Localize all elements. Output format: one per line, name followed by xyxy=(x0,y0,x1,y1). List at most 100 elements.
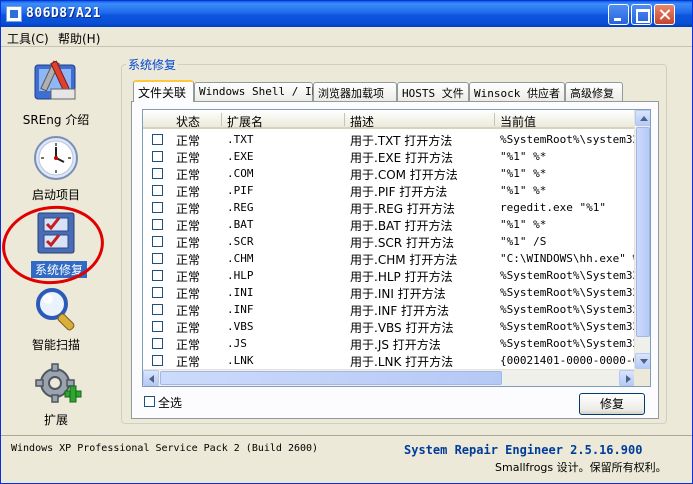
tab-hosts-file[interactable]: HOSTS 文件 xyxy=(397,82,469,101)
scroll-thumb[interactable] xyxy=(160,371,502,385)
tab-advanced-repair[interactable]: 高级修复 xyxy=(565,82,623,101)
cell-current-value: "C:\WINDOWS\hh.exe" %1 xyxy=(500,252,636,265)
scroll-down-button[interactable] xyxy=(635,353,650,369)
cell-current-value: %SystemRoot%\System32\W xyxy=(500,337,636,350)
row-checkbox[interactable] xyxy=(152,355,163,366)
cell-description: 用于.COM 打开方法 xyxy=(350,168,458,182)
table-row[interactable]: 正常 .COM 用于.COM 打开方法 "%1" %* xyxy=(143,165,636,182)
list-rows: 正常 .TXT 用于.TXT 打开方法 %SystemRoot%\system32\N… xyxy=(143,131,636,370)
cell-current-value: %SystemRoot%\System32\w xyxy=(500,269,636,282)
cell-status: 正常 xyxy=(176,321,201,335)
row-checkbox[interactable] xyxy=(152,185,163,196)
nav-label: 扩展 xyxy=(43,413,68,427)
row-checkbox[interactable] xyxy=(152,168,163,179)
table-row[interactable]: 正常 .JS 用于.JS 打开方法 %SystemRoot%\System32\W xyxy=(143,335,636,352)
close-button[interactable] xyxy=(654,4,675,25)
table-row[interactable]: 正常 .LNK 用于.LNK 打开方法 {00021401-0000-0000-C00… xyxy=(143,352,636,369)
cell-current-value: "%1" %* xyxy=(500,150,547,163)
nav-sreng-intro[interactable]: SREng 介绍 xyxy=(11,59,101,129)
cell-description: 用于.JS 打开方法 xyxy=(350,338,441,352)
cell-status: 正常 xyxy=(176,270,201,284)
select-all-checkbox[interactable] xyxy=(144,396,155,407)
menu-tools[interactable]: 工具(C) xyxy=(7,30,49,47)
cell-extension: .INI xyxy=(227,286,254,299)
nav-startup-items[interactable]: 启动项目 xyxy=(11,135,101,203)
maximize-button[interactable] xyxy=(631,4,652,25)
row-checkbox[interactable] xyxy=(152,236,163,247)
column-header-status[interactable]: 状态 xyxy=(176,113,200,130)
table-row[interactable]: 正常 .INI 用于.INI 打开方法 %SystemRoot%\System32\N xyxy=(143,284,636,301)
menu-help[interactable]: 帮助(H) xyxy=(58,30,100,47)
select-all-label[interactable]: 全选 xyxy=(158,394,182,411)
table-row[interactable]: 正常 .EXE 用于.EXE 打开方法 "%1" %* xyxy=(143,148,636,165)
file-association-list[interactable]: 状态 扩展名 描述 当前值 正常 .TXT 用于.TXT 打开方法 %SystemRo… xyxy=(142,109,651,387)
cell-current-value: regedit.exe "%1" xyxy=(500,201,606,214)
table-row[interactable]: 正常 .REG 用于.REG 打开方法 regedit.exe "%1" xyxy=(143,199,636,216)
tab-browser-addons[interactable]: 浏览器加载项 xyxy=(313,82,397,101)
checklist-icon xyxy=(37,212,75,254)
table-row[interactable]: 正常 .INF 用于.INF 打开方法 %SystemRoot%\System32\N xyxy=(143,301,636,318)
scroll-up-button[interactable] xyxy=(635,110,650,126)
cell-status: 正常 xyxy=(176,287,201,301)
vertical-scrollbar[interactable] xyxy=(634,110,650,370)
table-row[interactable]: 正常 .CHM 用于.CHM 打开方法 "C:\WINDOWS\hh.exe" %1 xyxy=(143,250,636,267)
row-checkbox[interactable] xyxy=(152,219,163,230)
cell-extension: .BAT xyxy=(227,218,254,231)
scroll-thumb[interactable] xyxy=(636,127,650,337)
row-checkbox[interactable] xyxy=(152,134,163,145)
table-row[interactable]: 正常 .SCR 用于.SCR 打开方法 "%1" /S xyxy=(143,233,636,250)
magnifier-icon xyxy=(36,288,75,331)
column-header-description[interactable]: 描述 xyxy=(350,113,374,130)
tab-winsock-providers[interactable]: Winsock 供应者 xyxy=(469,82,565,101)
cell-extension: .LNK xyxy=(227,354,254,367)
row-checkbox[interactable] xyxy=(152,304,163,315)
scroll-left-button[interactable] xyxy=(143,370,159,386)
column-separator[interactable] xyxy=(344,113,345,126)
cell-status: 正常 xyxy=(176,151,201,165)
row-checkbox[interactable] xyxy=(152,321,163,332)
gear-plus-icon xyxy=(35,363,82,403)
row-checkbox[interactable] xyxy=(152,270,163,281)
cell-status: 正常 xyxy=(176,202,201,216)
horizontal-scrollbar[interactable] xyxy=(143,369,636,386)
cell-description: 用于.CHM 打开方法 xyxy=(350,253,458,267)
scroll-right-button[interactable] xyxy=(619,370,635,386)
title-bar[interactable]: 806D87A21 xyxy=(1,1,692,27)
minimize-button[interactable] xyxy=(608,4,629,25)
product-version-text: System Repair Engineer 2.5.16.900 xyxy=(404,443,643,457)
column-header-current-value[interactable]: 当前值 xyxy=(500,113,536,130)
tab-windows-shell-ie[interactable]: Windows Shell / IE xyxy=(194,82,318,101)
nav-system-repair[interactable]: 系统修复 xyxy=(11,211,101,278)
row-checkbox[interactable] xyxy=(152,202,163,213)
cell-status: 正常 xyxy=(176,185,201,199)
table-row[interactable]: 正常 .BAT 用于.BAT 打开方法 "%1" %* xyxy=(143,216,636,233)
cell-extension: .EXE xyxy=(227,150,254,163)
column-separator[interactable] xyxy=(221,113,222,126)
table-row[interactable]: 正常 .TXT 用于.TXT 打开方法 %SystemRoot%\system32\N xyxy=(143,131,636,148)
tab-file-association[interactable]: 文件关联 xyxy=(133,80,194,102)
nav-smart-scan[interactable]: 智能扫描 xyxy=(11,285,101,352)
cell-extension: .PIF xyxy=(227,184,254,197)
app-icon xyxy=(6,6,22,22)
row-checkbox[interactable] xyxy=(152,338,163,349)
table-row[interactable]: 正常 .PIF 用于.PIF 打开方法 "%1" %* xyxy=(143,182,636,199)
row-checkbox[interactable] xyxy=(152,253,163,264)
cell-current-value: %SystemRoot%\System32\W xyxy=(500,320,636,333)
nav-label: 智能扫描 xyxy=(31,338,80,352)
cell-status: 正常 xyxy=(176,236,201,250)
cell-current-value: %SystemRoot%\System32\N xyxy=(500,303,636,316)
cell-current-value: "%1" /S xyxy=(500,235,547,248)
cell-extension: .COM xyxy=(227,167,254,180)
cell-description: 用于.EXE 打开方法 xyxy=(350,151,454,165)
column-separator[interactable] xyxy=(494,113,495,126)
row-checkbox[interactable] xyxy=(152,287,163,298)
cell-current-value: %SystemRoot%\System32\N xyxy=(500,286,636,299)
table-row[interactable]: 正常 .HLP 用于.HLP 打开方法 %SystemRoot%\System32\w xyxy=(143,267,636,284)
nav-extensions[interactable]: 扩展 xyxy=(11,361,101,427)
sreng-tools-icon xyxy=(34,60,76,100)
column-header-extension[interactable]: 扩展名 xyxy=(227,113,263,130)
repair-button[interactable]: 修复 xyxy=(579,393,645,415)
table-row[interactable]: 正常 .VBS 用于.VBS 打开方法 %SystemRoot%\System32\W xyxy=(143,318,636,335)
row-checkbox[interactable] xyxy=(152,151,163,162)
cell-status: 正常 xyxy=(176,355,201,369)
